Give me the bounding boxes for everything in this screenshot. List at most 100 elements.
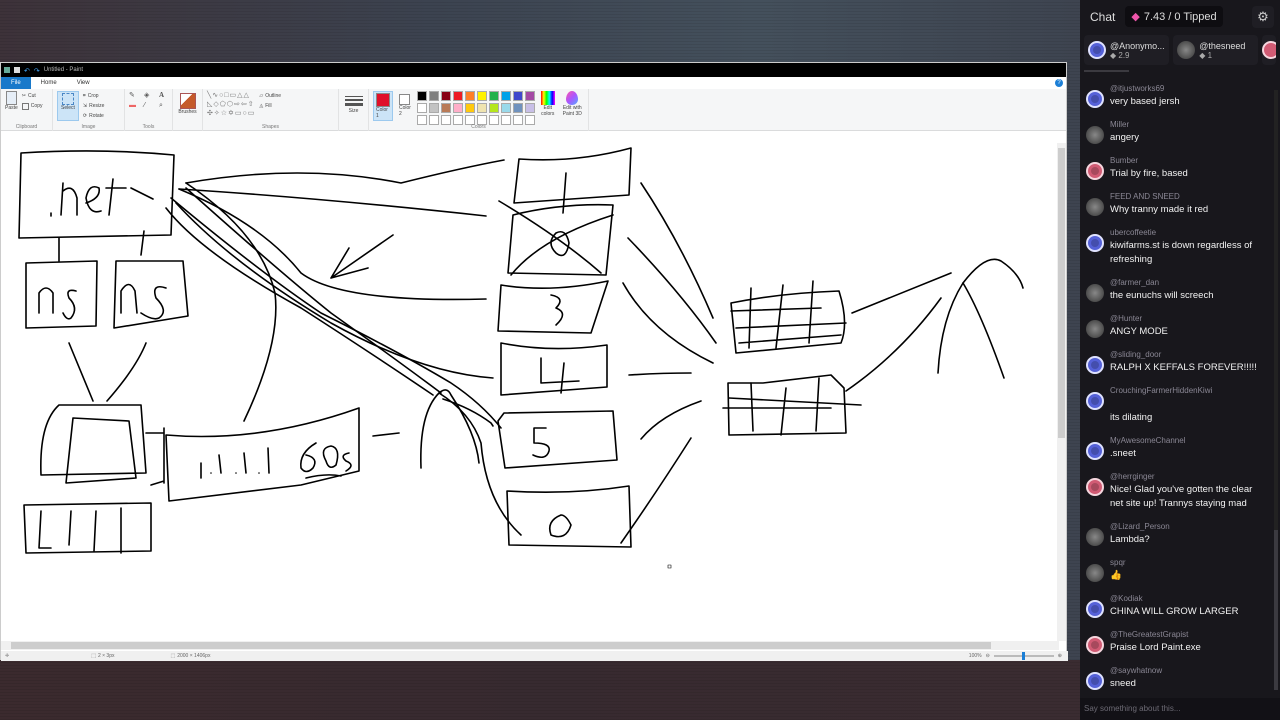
chat-username[interactable]: spqr [1110, 556, 1266, 569]
palette-swatch[interactable] [512, 103, 523, 113]
text-icon[interactable]: A [159, 91, 171, 99]
chat-panel: Chat ◆ 7.43 / 0 Tipped ⚙ @Anonymo... ◆ 2.9… [1080, 0, 1280, 720]
palette-swatch[interactable] [488, 91, 499, 101]
size-button[interactable]: Size [339, 89, 369, 131]
chat-username[interactable]: @Kodiak [1110, 592, 1266, 605]
chat-username[interactable]: @herrginger [1110, 470, 1266, 483]
save-icon[interactable] [14, 67, 20, 73]
palette-swatch[interactable] [476, 103, 487, 113]
avatar[interactable] [1086, 564, 1104, 582]
outline-button[interactable]: ▱ Outline [259, 91, 281, 101]
cut-button[interactable]: ✂ Cut [22, 91, 43, 101]
chat-username[interactable]: ubercoffeetie [1110, 226, 1266, 239]
avatar [1088, 41, 1106, 59]
tipped-badge[interactable]: ◆ 7.43 / 0 Tipped [1125, 6, 1223, 27]
avatar[interactable] [1086, 162, 1104, 180]
palette-swatch[interactable] [440, 103, 451, 113]
avatar[interactable] [1086, 600, 1104, 618]
palette-swatch[interactable] [440, 91, 451, 101]
avatar[interactable] [1086, 636, 1104, 654]
chat-username[interactable]: @TheGreatestGrapist [1110, 628, 1266, 641]
zoom-slider[interactable] [993, 652, 1054, 660]
avatar[interactable] [1086, 442, 1104, 460]
palette-swatch[interactable] [416, 103, 427, 113]
chat-username[interactable]: Miller [1110, 118, 1266, 131]
avatar[interactable] [1086, 320, 1104, 338]
drawing-canvas[interactable] [1, 143, 1059, 641]
rotate-button[interactable]: ⟳ Rotate [83, 111, 105, 121]
chat-username[interactable]: Bumber [1110, 154, 1266, 167]
vertical-scrollbar[interactable] [1057, 143, 1066, 641]
palette-swatch[interactable] [476, 91, 487, 101]
palette-swatch[interactable] [416, 91, 427, 101]
resize-button[interactable]: ⇲ Resize [83, 101, 105, 111]
tipper-card[interactable]: @Anonymo... ◆ 2.9 [1084, 35, 1170, 65]
avatar[interactable] [1086, 478, 1104, 496]
palette-swatch[interactable] [500, 103, 511, 113]
zoom-in-button[interactable]: ⊕ [1058, 653, 1062, 659]
palette-swatch[interactable] [464, 103, 475, 113]
avatar[interactable] [1086, 672, 1104, 690]
horizontal-scrollbar[interactable] [1, 641, 1059, 650]
palette-swatch[interactable] [488, 103, 499, 113]
avatar[interactable] [1086, 284, 1104, 302]
vertical-scroll-thumb[interactable] [1058, 148, 1065, 438]
chat-message: Bumber Trial by fire, based [1080, 154, 1272, 190]
chat-username[interactable]: @farmer_dan [1110, 276, 1266, 289]
avatar[interactable] [1086, 126, 1104, 144]
tipper-card[interactable]: @thesneed ◆ 1 [1173, 35, 1259, 65]
avatar[interactable] [1086, 528, 1104, 546]
tab-file[interactable]: File [1, 77, 31, 89]
zoom-slider-thumb[interactable] [1021, 652, 1025, 660]
redo-icon[interactable]: ↷ [34, 67, 40, 75]
tab-home[interactable]: Home [31, 77, 67, 89]
copy-button[interactable]: Copy [21, 101, 42, 111]
brushes-button[interactable]: Brushes [173, 89, 203, 131]
palette-swatch[interactable] [500, 91, 511, 101]
color2-swatch [399, 94, 411, 105]
color1-button[interactable]: Color 1 [373, 91, 393, 121]
settings-gear-icon[interactable]: ⚙ [1252, 5, 1274, 28]
chat-username[interactable]: @Hunter [1110, 312, 1266, 325]
avatar[interactable] [1086, 198, 1104, 216]
horizontal-scroll-thumb[interactable] [11, 642, 991, 649]
fill-button[interactable]: ◬ Fill [259, 101, 281, 111]
color-picker-icon[interactable]: ⁄ [144, 102, 156, 110]
crop-button[interactable]: ⌗ Crop [83, 91, 105, 101]
palette-swatch[interactable] [512, 91, 523, 101]
palette-swatch[interactable] [452, 103, 463, 113]
undo-icon[interactable]: ↶ [24, 67, 30, 75]
tipper-card-partial[interactable] [1262, 35, 1276, 65]
avatar[interactable] [1086, 234, 1104, 252]
chat-username[interactable]: @saywhatnow [1110, 664, 1266, 677]
palette-swatch[interactable] [428, 103, 439, 113]
chat-username[interactable]: CrouchingFarmerHiddenKiwi [1110, 384, 1266, 397]
eraser-icon[interactable]: ▬ [129, 102, 141, 110]
chat-username[interactable]: MyAwesomeChannel [1110, 434, 1266, 447]
select-button[interactable]: Select [57, 91, 79, 121]
palette-swatch[interactable] [452, 91, 463, 101]
tippers-scrollbar[interactable] [1084, 70, 1129, 72]
chat-input[interactable]: Say something about this... [1080, 698, 1280, 720]
help-icon[interactable]: ? [1055, 79, 1063, 87]
chat-username[interactable]: @sliding_door [1110, 348, 1266, 361]
palette-swatch[interactable] [464, 91, 475, 101]
palette-swatch[interactable] [428, 91, 439, 101]
zoom-out-button[interactable]: ⊖ [986, 653, 990, 659]
paste-button[interactable]: Paste [5, 91, 18, 111]
shapes-gallery[interactable]: ╲∿○□▭△△ ◺◇⬠⬡⇨⇦⇧ ✣✧☆✡▭○▭ [207, 91, 255, 118]
avatar[interactable] [1086, 392, 1104, 410]
chat-scroll-thumb[interactable] [1274, 530, 1278, 690]
palette-swatch[interactable] [524, 91, 535, 101]
pencil-icon[interactable]: ✎ [129, 91, 141, 99]
chat-username[interactable]: FEED AND SNEED [1110, 190, 1266, 203]
chat-scrollbar[interactable] [1274, 90, 1278, 690]
fill-icon[interactable]: ◈ [144, 91, 156, 99]
chat-username[interactable]: @itjustworks69 [1110, 82, 1266, 95]
avatar[interactable] [1086, 90, 1104, 108]
tab-view[interactable]: View [67, 77, 100, 89]
palette-swatch[interactable] [524, 103, 535, 113]
chat-username[interactable]: @Lizard_Person [1110, 520, 1266, 533]
magnifier-icon[interactable]: ⌕ [159, 102, 171, 110]
avatar[interactable] [1086, 356, 1104, 374]
